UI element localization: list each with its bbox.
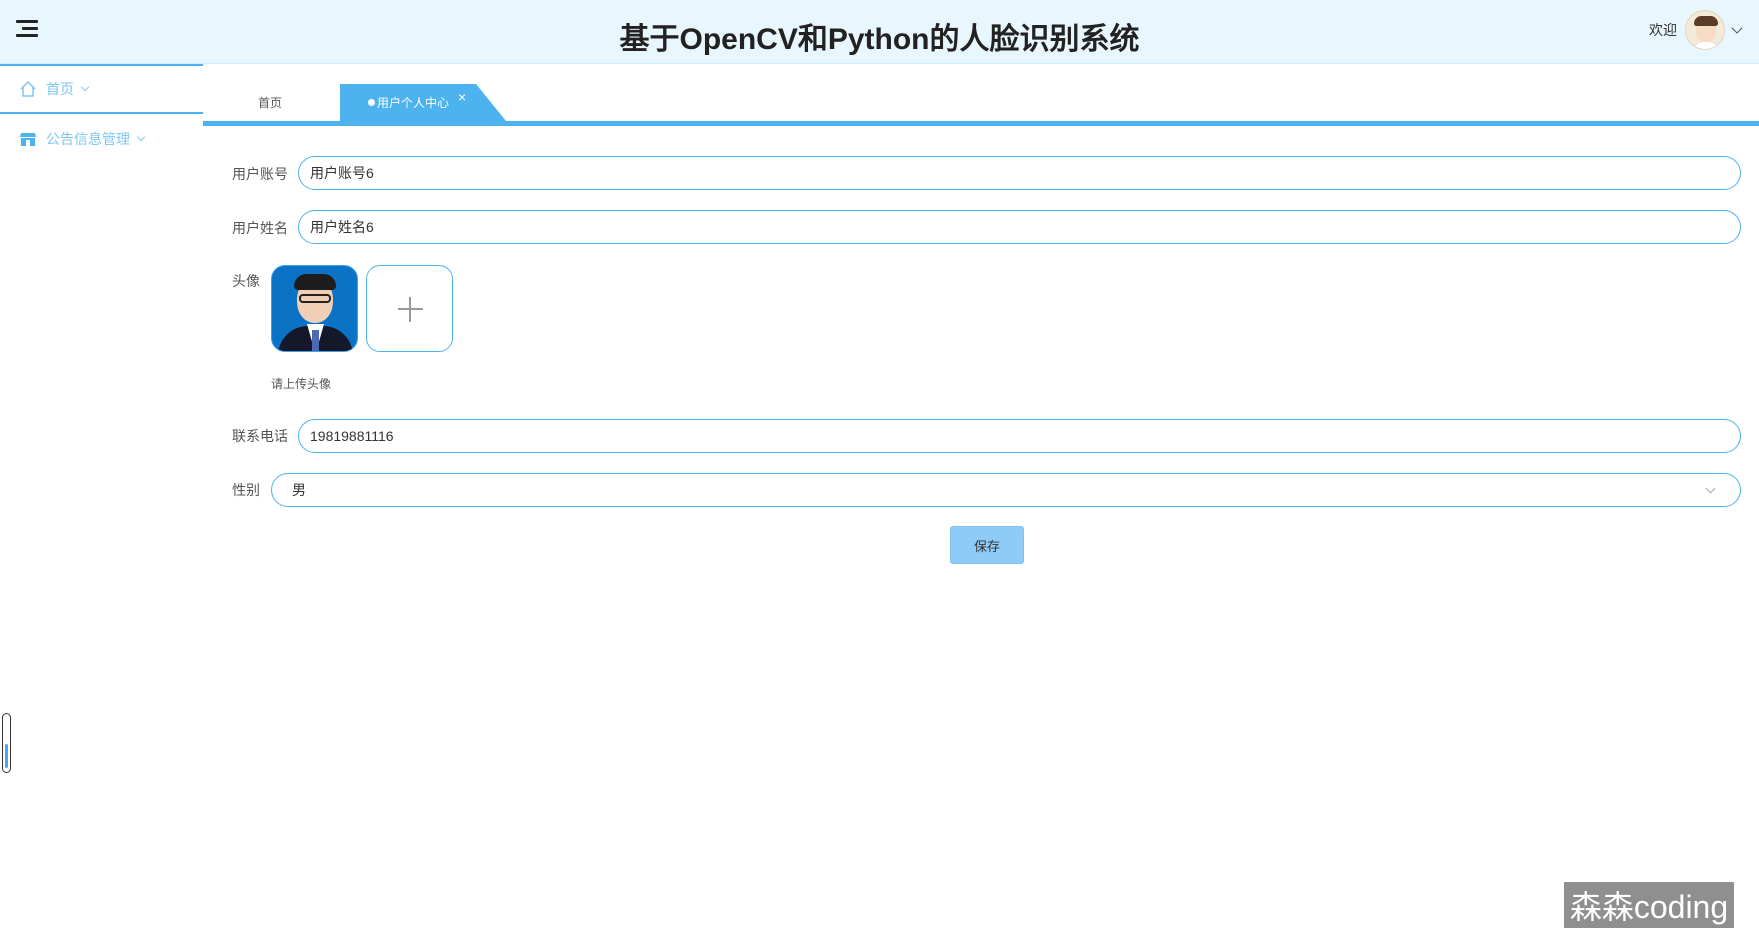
account-label: 用户账号: [232, 166, 288, 182]
app-title: 基于OpenCV和Python的人脸识别系统: [619, 23, 1140, 56]
chevron-down-icon: [136, 132, 146, 142]
gender-label: 性别: [232, 482, 260, 498]
sidebar-item-notice-management[interactable]: 公告信息管理: [0, 114, 203, 164]
active-dot-icon: [368, 99, 375, 106]
account-field[interactable]: 用户账号6: [298, 156, 1741, 190]
name-field[interactable]: 用户姓名6: [298, 210, 1741, 244]
sidebar-item-label: 公告信息管理: [46, 131, 130, 147]
sidebar-item-home[interactable]: 首页: [0, 64, 203, 114]
tab-underline: [203, 121, 1759, 126]
name-label: 用户姓名: [232, 220, 288, 236]
avatar-upload-button[interactable]: [366, 265, 453, 352]
chevron-down-icon[interactable]: [1731, 22, 1743, 34]
home-icon: [18, 79, 38, 99]
phone-label: 联系电话: [232, 428, 288, 444]
user-menu[interactable]: 欢迎: [1649, 10, 1743, 50]
avatar[interactable]: [1685, 10, 1725, 50]
chevron-down-icon: [1705, 483, 1716, 494]
sidebar: 首页 公告信息管理: [0, 64, 203, 942]
store-icon: [18, 129, 38, 149]
scrollbar-thumb[interactable]: [2, 713, 11, 773]
sidebar-item-label: 首页: [46, 81, 74, 97]
tab-home[interactable]: 首页: [258, 84, 282, 121]
phone-field[interactable]: 19819881116: [298, 419, 1741, 453]
welcome-text: 欢迎: [1649, 22, 1677, 38]
tab-bar: 首页 用户个人中心 ×: [203, 64, 1759, 126]
avatar-hint: 请上传头像: [271, 377, 332, 391]
gender-value: 男: [292, 482, 306, 498]
tab-user-center[interactable]: 用户个人中心 ×: [340, 84, 506, 121]
watermark: 森森coding: [1564, 882, 1734, 928]
save-button[interactable]: 保存: [950, 526, 1024, 564]
tab-label: 用户个人中心: [377, 96, 450, 110]
avatar-label: 头像: [232, 273, 260, 289]
avatar-preview[interactable]: [271, 265, 358, 352]
chevron-down-icon: [80, 82, 90, 92]
close-icon[interactable]: ×: [458, 89, 466, 105]
gender-select[interactable]: 男: [271, 473, 1741, 507]
top-header: 基于OpenCV和Python的人脸识别系统 欢迎: [0, 0, 1759, 64]
